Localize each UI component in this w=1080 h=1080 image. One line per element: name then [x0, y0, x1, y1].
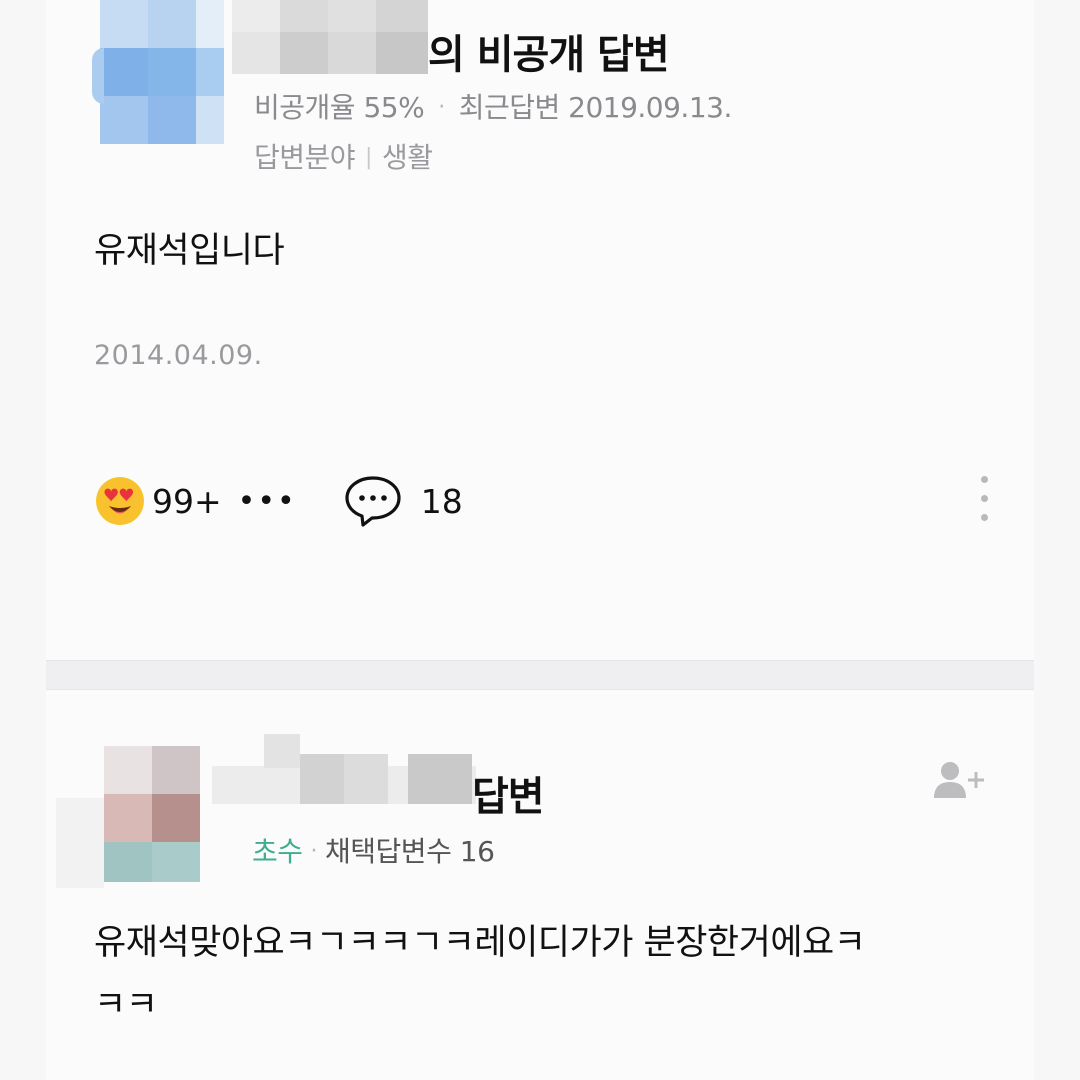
separator-dot: ·	[310, 839, 318, 864]
answer-title: 의 비공개 답변	[428, 32, 670, 78]
answer-date: 2014.04.09.	[94, 340, 263, 371]
kebab-menu-icon[interactable]	[972, 476, 996, 536]
avatar[interactable]	[100, 0, 224, 144]
kebab-dot	[980, 514, 988, 521]
private-rate-label: 비공개율	[254, 91, 356, 124]
answer-content-line: ㅋㅋ	[94, 985, 158, 1025]
adopted-count: 16	[459, 835, 495, 868]
avatar[interactable]	[104, 746, 200, 882]
section-divider	[46, 660, 1034, 690]
blurred-username[interactable]	[232, 0, 428, 74]
kebab-dot	[980, 495, 988, 502]
answer-page: 의 비공개 답변 비공개율 55% · 최근답변 2019.09.13. 답변분야 |…	[0, 0, 1080, 1080]
blurred-username[interactable]	[212, 732, 476, 806]
separator-bar: |	[365, 145, 372, 170]
comment-count[interactable]: 18	[421, 482, 463, 521]
answer-field-line: 답변분야 | 생활	[254, 136, 433, 176]
comment-bubble-icon[interactable]	[343, 473, 403, 529]
avatar-edge	[92, 48, 104, 104]
answer-title: 답변	[472, 774, 545, 820]
private-rate-line: 비공개율 55% · 최근답변 2019.09.13.	[254, 86, 732, 126]
answer-content-line: 유재석맞아요ㅋㄱㅋㅋㄱㅋ레이디가가 분장한거에요ㅋ	[94, 923, 866, 963]
field-label: 답변분야	[254, 141, 356, 174]
answer-content: 유재석입니다	[94, 231, 285, 271]
private-rate-value: 55%	[363, 91, 425, 124]
add-friend-icon[interactable]	[930, 758, 990, 806]
more-reactions-icon[interactable]: •••	[238, 484, 297, 519]
recent-answer-label: 최근답변	[458, 91, 561, 124]
reaction-bar: 99+ ••• 18	[96, 474, 463, 528]
kebab-dot	[980, 476, 988, 483]
avatar-blur-halo	[56, 798, 104, 888]
adopted-label: 채택답변수	[325, 835, 452, 868]
separator-dot: ·	[438, 95, 445, 120]
answer-content: 유재석맞아요ㅋㄱㅋㅋㄱㅋ레이디가가 분장한거에요ㅋ ㅋㅋ	[94, 912, 1024, 1036]
heart-eyes-emoji-icon[interactable]	[96, 477, 144, 525]
reaction-count[interactable]: 99+	[152, 482, 222, 521]
recent-answer-date: 2019.09.13.	[568, 91, 732, 124]
user-stats-line: 초수 · 채택답변수 16	[252, 830, 495, 870]
user-rank: 초수	[252, 835, 303, 868]
field-value[interactable]: 생활	[382, 141, 433, 174]
